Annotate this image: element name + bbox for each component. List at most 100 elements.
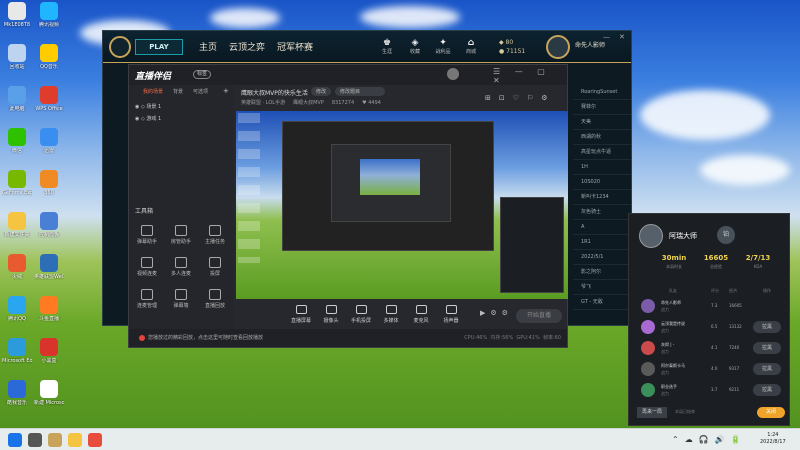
teammate-score: 4.1 <box>711 345 718 350</box>
league-logo-icon[interactable] <box>109 36 131 58</box>
friend-item[interactable]: 天美 <box>573 115 631 130</box>
stream-preview[interactable] <box>236 111 568 299</box>
desktop-icon[interactable]: 腾讯视频 <box>34 2 64 28</box>
desktop-icon[interactable]: 英雄联盟WeGame版 <box>34 254 64 280</box>
desktop-icon[interactable]: 斗鱼直播 <box>34 296 64 322</box>
tool-danmaku[interactable]: 弹幕助手 <box>131 225 163 245</box>
file-explorer-icon[interactable] <box>68 433 82 447</box>
play-again-button[interactable]: 再来一局 <box>637 407 667 418</box>
tab-tft[interactable]: 云顶之弈 <box>229 40 265 53</box>
friend-item[interactable]: 爷飞 <box>573 280 631 295</box>
tab-my-scenes[interactable]: 我的场景 <box>143 88 163 95</box>
friend-item[interactable]: 西湖的秋 <box>573 130 631 145</box>
add-scene-icon[interactable]: + <box>223 87 229 95</box>
friend-item[interactable]: RoaringSunset <box>573 85 631 100</box>
nav-profile[interactable]: ♚ 生涯 <box>377 38 397 55</box>
desktop-icon[interactable]: Mk1E08T8 <box>2 2 32 28</box>
tool-danmaku-wall[interactable]: 弹幕墙 <box>165 289 197 309</box>
friend-item[interactable]: 2022/5/1 <box>573 250 631 265</box>
friend-item[interactable]: 高星玩点牛逼 <box>573 145 631 160</box>
nav-collection[interactable]: ◈ 收藏 <box>405 38 425 55</box>
add-screen-button[interactable]: 直播屏幕 <box>286 305 316 324</box>
live-companion-icon[interactable] <box>88 433 102 447</box>
block-button[interactable]: 拉黑 <box>753 342 781 354</box>
edit-title-button[interactable]: 修改 <box>311 87 332 96</box>
tool-video-link[interactable]: 视频连麦 <box>131 257 163 277</box>
speaker-button[interactable]: 扬声器 <box>436 305 466 324</box>
be-value: 71151 <box>506 48 526 55</box>
tool-replay[interactable]: 直播回放 <box>199 289 231 309</box>
desktop-icon[interactable]: 微信 <box>2 128 32 154</box>
microphone-button[interactable]: 麦克风 <box>406 305 436 324</box>
friend-item[interactable]: 新叫卡1234 <box>573 190 631 205</box>
teammate-score: 3.7 <box>711 387 718 392</box>
minimize-button[interactable]: — <box>603 33 610 41</box>
toolbar-icons[interactable]: ⊞⊡♡⚐⚙ <box>485 94 556 102</box>
friend-item[interactable]: 灰色骑士 <box>573 205 631 220</box>
friend-item[interactable]: 1R1 <box>573 235 631 250</box>
media-button[interactable]: 多媒体 <box>376 305 406 324</box>
summoner-name: 命先人影师 <box>575 42 606 49</box>
tool-cast[interactable]: 投屏 <box>199 257 231 277</box>
tool-task[interactable]: 主播任务 <box>199 225 231 245</box>
scene-item[interactable]: ◉ ◇ 场景 1 <box>135 103 161 110</box>
desktop-icon[interactable]: 回收站 <box>2 44 32 70</box>
teammate-avatar <box>641 299 655 313</box>
friend-item[interactable]: 1H <box>573 160 631 175</box>
desktop-icon[interactable]: 酷我音乐 <box>2 380 32 406</box>
scene-item[interactable]: ◉ ◇ 游戏 1 <box>135 115 161 122</box>
friend-item[interactable]: 赛菲尔 <box>573 100 631 115</box>
friend-item[interactable]: 10S020 <box>573 175 631 190</box>
desktop-icon[interactable]: WPS Office <box>34 86 64 112</box>
phone-cast-button[interactable]: 手机投屏 <box>346 305 376 324</box>
block-button[interactable]: 拉黑 <box>753 321 781 333</box>
tab-options[interactable]: 可选项 <box>193 88 208 95</box>
edit-topic-button[interactable]: 修改题目 <box>335 87 385 96</box>
teammate-score: 6.5 <box>711 324 718 329</box>
stat-duration: 30min 本局时长 <box>661 254 687 269</box>
app-icon <box>40 380 58 398</box>
teammate-row: 云顶我是传说 战力 6.5 13132 拉黑 <box>637 319 787 336</box>
clock[interactable]: 1:24 2022/8/17 <box>760 432 786 446</box>
close-button[interactable]: ✕ <box>619 33 625 41</box>
add-camera-button[interactable]: 摄像头 <box>316 305 346 324</box>
tab-clash[interactable]: 冠军杯赛 <box>277 40 313 53</box>
start-live-button[interactable]: 开始直播 <box>516 309 562 323</box>
close-panel-button[interactable]: 关闭 <box>757 407 785 418</box>
tool-admin[interactable]: 房管助手 <box>165 225 197 245</box>
friend-item[interactable]: GT - 无敌 <box>573 295 631 310</box>
player-avatar <box>639 224 663 248</box>
play-button[interactable]: PLAY <box>135 39 183 55</box>
desktop-icon[interactable]: 腾讯QQ <box>2 296 32 322</box>
tool-multi-link[interactable]: 多人连麦 <box>165 257 197 277</box>
desktop-icon[interactable]: 新建文件夹 <box>2 212 32 238</box>
windows-start-icon[interactable] <box>8 433 22 447</box>
desktop-icon[interactable]: QQ音乐 <box>34 44 64 70</box>
nav-loot[interactable]: ✦ 战利品 <box>433 38 453 55</box>
tool-link-manage[interactable]: 连麦管理 <box>131 289 163 309</box>
system-tray[interactable]: ⌃☁🎧🔊🔋 <box>672 435 747 444</box>
tab-background[interactable]: 背景 <box>173 88 183 95</box>
desktop-icon[interactable]: Microsoft Edge <box>2 338 32 364</box>
extra-controls[interactable]: ▶⚙⚙ <box>480 309 513 317</box>
block-button[interactable]: 拉黑 <box>753 384 781 396</box>
desktop-icon[interactable]: 火绒 <box>2 254 32 280</box>
search-icon[interactable] <box>28 433 42 447</box>
tab-home[interactable]: 主页 <box>199 40 217 53</box>
desktop-icon[interactable]: 此电脑 <box>2 86 32 112</box>
friend-item[interactable]: 影之阿尔 <box>573 265 631 280</box>
friend-item[interactable]: A <box>573 220 631 235</box>
desktop-icon[interactable]: 小黑盒 <box>34 338 64 364</box>
desktop-icon[interactable]: GeForce Experience <box>2 170 32 196</box>
alert-dot-icon <box>139 334 145 341</box>
desktop-icon[interactable]: 控制面板 <box>34 212 64 238</box>
desktop-icon[interactable]: 迅雷 <box>34 128 64 154</box>
summoner-avatar[interactable] <box>546 35 570 59</box>
user-avatar[interactable] <box>447 68 459 80</box>
desktop-icon[interactable]: 新建 Microsoft Word 文档 <box>34 380 64 406</box>
league-client-icon[interactable] <box>48 433 62 447</box>
window-controls[interactable]: ☰ — ▢ ✕ <box>493 67 567 85</box>
nav-store[interactable]: ⌂ 商城 <box>461 38 481 55</box>
desktop-icon[interactable]: 360 <box>34 170 64 196</box>
block-button[interactable]: 拉黑 <box>753 363 781 375</box>
